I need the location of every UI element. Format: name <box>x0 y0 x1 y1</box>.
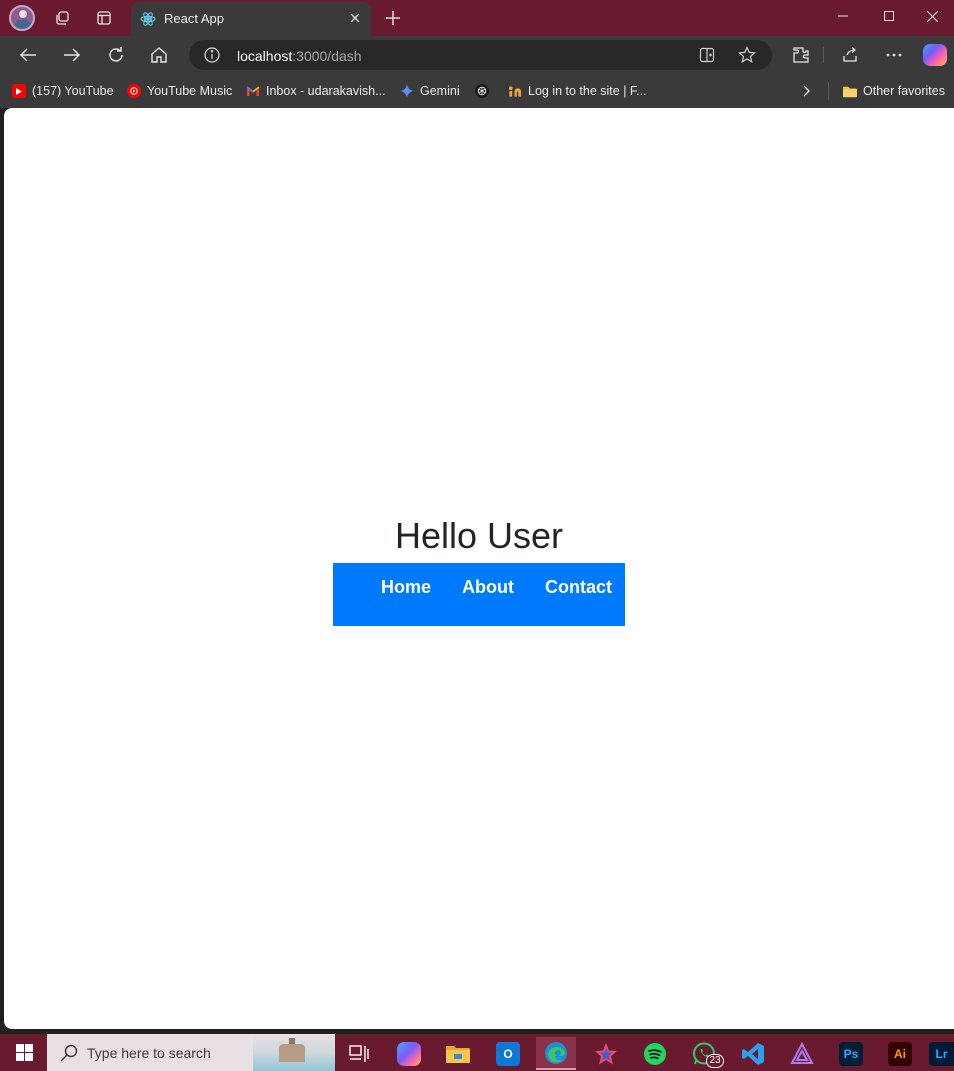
whatsapp-icon[interactable]: 23 <box>684 1037 724 1070</box>
share-icon[interactable] <box>835 40 865 70</box>
search-highlight-image <box>253 1034 335 1071</box>
page-viewport: Hello User Home About Contact <box>4 108 954 1029</box>
new-tab-button[interactable] <box>380 4 406 32</box>
folder-icon <box>843 84 857 98</box>
illustrator-icon[interactable]: Ai <box>880 1037 920 1070</box>
favorite-fiverr-login[interactable]: Log in to the site | F... <box>508 82 647 100</box>
favorite-youtube[interactable]: (157) YouTube <box>12 82 114 100</box>
title-bar: React App <box>0 0 954 36</box>
address-bar[interactable]: localhost:3000/dash <box>189 40 772 70</box>
file-explorer-icon[interactable] <box>438 1037 478 1070</box>
back-button[interactable] <box>13 40 43 70</box>
search-placeholder: Type here to search <box>87 1045 211 1061</box>
page-heading: Hello User <box>394 515 564 556</box>
maximize-button[interactable] <box>866 0 912 32</box>
tab-react-app[interactable]: React App <box>131 2 371 36</box>
lightroom-icon[interactable]: Lr <box>929 1037 954 1070</box>
browser-toolbar: localhost:3000/dash <box>0 36 954 74</box>
taskbar: Type here to search O 23 Ps Ai Lr <box>0 1034 954 1071</box>
favorite-gemini[interactable]: Gemini <box>400 82 460 100</box>
toolbar-divider <box>823 47 824 63</box>
affinity-icon[interactable] <box>782 1037 822 1070</box>
profile-avatar[interactable] <box>9 5 35 31</box>
url-text: localhost:3000/dash <box>237 48 362 64</box>
taskbar-search[interactable]: Type here to search <box>47 1034 335 1071</box>
start-button[interactable] <box>6 1034 42 1071</box>
other-favorites-folder[interactable]: Other favorites <box>843 82 945 100</box>
fiverr-icon <box>508 84 522 98</box>
split-screen-icon[interactable] <box>696 44 718 66</box>
tab-title: React App <box>164 11 224 26</box>
nav-menu: Home About Contact <box>333 563 625 626</box>
nav-link-home[interactable]: Home <box>381 577 431 598</box>
favorite-chatgpt[interactable] <box>475 82 489 100</box>
copilot-icon[interactable] <box>923 44 947 66</box>
favorite-star-icon[interactable] <box>736 44 758 66</box>
more-options-icon[interactable] <box>879 40 909 70</box>
task-view-icon[interactable] <box>339 1037 379 1070</box>
site-info-icon[interactable] <box>203 46 221 64</box>
close-window-button[interactable] <box>910 0 954 32</box>
refresh-button[interactable] <box>101 40 131 70</box>
copilot-app-icon[interactable] <box>389 1037 429 1070</box>
forward-button[interactable] <box>57 40 87 70</box>
photoshop-icon[interactable]: Ps <box>831 1037 871 1070</box>
gmail-icon <box>246 84 260 98</box>
vscode-icon[interactable] <box>733 1037 773 1070</box>
extensions-icon[interactable] <box>786 40 816 70</box>
youtube-music-icon <box>127 84 141 98</box>
outlook-icon[interactable]: O <box>488 1037 528 1070</box>
favorites-bar: (157) YouTube YouTube Music Inbox - udar… <box>0 74 954 108</box>
favorite-gmail[interactable]: Inbox - udarakavish... <box>246 82 386 100</box>
chevron-right-icon[interactable] <box>798 83 814 99</box>
nav-link-contact[interactable]: Contact <box>545 577 612 598</box>
nav-link-about[interactable]: About <box>462 577 514 598</box>
notification-badge: 23 <box>706 1054 724 1068</box>
search-icon <box>59 1043 79 1063</box>
workspaces-icon[interactable] <box>48 4 76 32</box>
favorite-youtube-music[interactable]: YouTube Music <box>127 82 232 100</box>
gemini-icon <box>400 84 414 98</box>
home-button[interactable] <box>144 40 174 70</box>
favorites-divider <box>828 82 829 100</box>
edge-icon[interactable] <box>536 1037 576 1070</box>
vertical-tabs-icon[interactable] <box>90 4 118 32</box>
youtube-icon <box>12 84 26 98</box>
close-tab-icon[interactable] <box>345 8 365 28</box>
minimize-button[interactable] <box>820 0 866 32</box>
spotify-icon[interactable] <box>635 1037 675 1070</box>
fluent-star-app-icon[interactable] <box>586 1037 626 1070</box>
chatgpt-icon <box>475 84 489 98</box>
react-logo-icon <box>140 11 156 27</box>
